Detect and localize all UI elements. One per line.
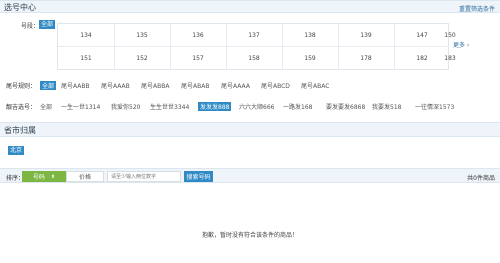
segment-cell[interactable]: 152 <box>114 47 170 70</box>
tail-rule-option[interactable]: 全部 <box>40 81 57 90</box>
sort-number-tab[interactable]: 号码 ⬍ <box>22 171 66 182</box>
lucky-option[interactable]: 我要发518 <box>372 102 401 111</box>
more-segments-link[interactable]: 更多 › <box>453 40 469 49</box>
lucky-option[interactable]: 全部 <box>40 102 52 111</box>
tail-rule-option[interactable]: 尾号AABB <box>61 81 90 90</box>
sort-number-label: 号码 <box>32 174 45 181</box>
search-input[interactable] <box>107 171 181 182</box>
segment-cell[interactable]: 139 <box>338 24 394 47</box>
header-bar: 选号中心 重置筛选条件 <box>0 0 500 13</box>
segment-all-tag[interactable]: 全部 <box>39 20 56 29</box>
tail-rule-option[interactable]: 尾号AAAB <box>101 81 130 90</box>
tail-rule-option[interactable]: 尾号AAAA <box>221 81 250 90</box>
search-button[interactable]: 搜索号码 <box>184 171 213 182</box>
segment-cell[interactable]: 135 <box>114 24 170 47</box>
segment-cell[interactable]: 178 <box>338 47 394 70</box>
province-beijing-tag[interactable]: 北京 <box>8 146 25 155</box>
segment-cell[interactable]: 137 <box>226 24 282 47</box>
tail-rule-label: 尾号规则： <box>6 83 37 90</box>
lucky-option[interactable]: 生生世世3344 <box>150 102 189 111</box>
tail-rule-option[interactable]: 尾号ABCD <box>261 81 290 90</box>
sort-bar: 排序： 号码 ⬍ 价格 搜索号码 共0件商品 <box>0 168 500 183</box>
segment-cell[interactable]: 138 <box>282 24 338 47</box>
segment-cell[interactable]: 157 <box>170 47 226 70</box>
segment-cell[interactable]: 151 <box>58 47 114 70</box>
lucky-label: 靓吉选号： <box>6 104 37 111</box>
reset-filters-link[interactable]: 重置筛选条件 <box>459 4 495 13</box>
segment-label: 号段： <box>21 23 40 30</box>
segment-cell[interactable]: 134 <box>58 24 114 47</box>
lucky-option[interactable]: 发发发888 <box>198 102 232 111</box>
segment-cell[interactable]: 147 <box>394 24 450 47</box>
tail-rule-option[interactable]: 尾号ABAB <box>181 81 209 90</box>
segment-cell[interactable]: 159 <box>282 47 338 70</box>
sort-price-label: 价格 <box>78 174 91 181</box>
lucky-option[interactable]: 要发要发6868 <box>326 102 365 111</box>
tail-rule-option[interactable]: 尾号ABBA <box>141 81 169 90</box>
sort-arrow-icon: ⬍ <box>50 173 56 180</box>
empty-message: 抱歉，暂时没有符合该条件的商品！ <box>201 232 298 239</box>
tail-rule-option[interactable]: 尾号ABAC <box>301 81 329 90</box>
province-title: 省市归属 <box>4 126 36 135</box>
segment-cell[interactable]: 182 <box>394 47 450 70</box>
sort-price-tab[interactable]: 价格 <box>66 171 104 182</box>
lucky-option[interactable]: 一往情深1573 <box>415 102 454 111</box>
segment-cell[interactable]: 158 <box>226 47 282 70</box>
lucky-option[interactable]: 一生一世1314 <box>61 102 100 111</box>
page-title: 选号中心 <box>4 3 36 12</box>
province-bar: 省市归属 <box>0 122 500 137</box>
segment-cell[interactable]: 136 <box>170 24 226 47</box>
segment-grid: 134 135 136 137 138 139 147 150 151 152 … <box>57 23 456 70</box>
lucky-option[interactable]: 六六大顺666 <box>239 102 274 111</box>
lucky-option[interactable]: 一路发168 <box>283 102 312 111</box>
lucky-option[interactable]: 我爱你520 <box>111 102 140 111</box>
total-count: 共0件商品 <box>467 175 495 182</box>
